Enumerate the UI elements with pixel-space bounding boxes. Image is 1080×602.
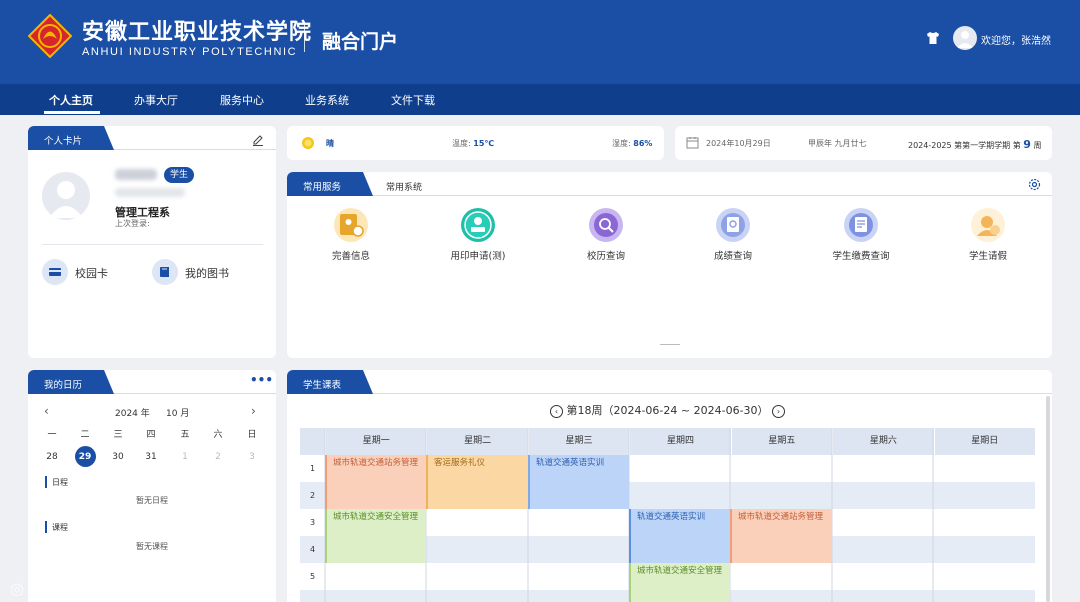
campus-card-icon[interactable]: [42, 259, 68, 285]
course-empty: 暂无课程: [136, 542, 168, 551]
nav-item-hall[interactable]: 办事大厅: [134, 92, 178, 108]
weekday-tue: 二: [80, 430, 90, 440]
period-label: 5: [309, 572, 316, 581]
course-cell-tue-1[interactable]: 客运服务礼仪: [426, 455, 528, 509]
leave-request-icon[interactable]: [971, 208, 1005, 242]
schedule-empty: 暂无日程: [136, 496, 168, 505]
next-week-icon[interactable]: ›: [772, 404, 786, 418]
grades-icon[interactable]: [716, 208, 750, 242]
weekday-wed: 三: [113, 430, 123, 440]
nav-item-home[interactable]: 个人主页: [49, 92, 93, 108]
profile-info-icon[interactable]: [334, 208, 368, 242]
weather-condition: 晴: [326, 139, 334, 148]
weekday-sun: 日: [247, 430, 257, 440]
personal-card: 个人卡片: [28, 126, 276, 358]
school-name-cn: 安徽工业职业技术学院: [82, 19, 313, 45]
seal-request-icon[interactable]: [461, 208, 495, 242]
header-divider: [304, 24, 305, 52]
schedule-label: 日程: [52, 478, 68, 487]
divider: [42, 244, 263, 245]
timetable-title: 学生课表: [287, 370, 373, 394]
student-id-blurred: [115, 188, 185, 197]
prev-week-icon[interactable]: ‹: [549, 404, 563, 418]
services-card: 常用服务: [287, 172, 1052, 358]
profile-avatar: [42, 172, 90, 220]
course-cell-thu-3[interactable]: 轨道交通英语实训: [629, 509, 730, 563]
nav-item-business[interactable]: 业务系统: [305, 92, 349, 108]
course-cell-mon-1[interactable]: 城市轨道交通站务管理: [325, 455, 426, 509]
next-month-icon[interactable]: ›: [251, 404, 256, 418]
course-cell-wed-1[interactable]: 轨道交通英语实训: [528, 455, 629, 509]
nav-item-download[interactable]: 文件下载: [391, 92, 435, 108]
period-label: 1: [309, 464, 316, 473]
main-nav: 个人主页 办事大厅 服务中心 业务系统 文件下载: [0, 84, 1080, 115]
service-seal-request[interactable]: 用印申请(测): [428, 248, 528, 262]
sun-icon: [302, 137, 314, 149]
humidity-label: 湿度: 86%: [612, 139, 653, 148]
theme-skin-icon[interactable]: [925, 30, 941, 46]
more-options-icon[interactable]: •••: [250, 373, 273, 387]
course-label: 课程: [52, 523, 68, 532]
service-payment[interactable]: 学生缴费查询: [811, 248, 911, 262]
timetable-grid: 星期一 星期二 星期三 星期四 星期五 星期六 星期日 1 2 3 4 5 城市…: [300, 428, 1035, 602]
today-date: 2024年10月29日: [706, 139, 771, 148]
edit-icon[interactable]: [252, 134, 264, 146]
payment-icon[interactable]: [844, 208, 878, 242]
calendar-day[interactable]: 2: [208, 452, 228, 462]
calendar-day[interactable]: 30: [108, 452, 128, 462]
welcome-text[interactable]: 欢迎您，张浩然: [981, 32, 1051, 47]
week-title: 第18周（2024-06-24 ~ 2024-06-30）: [566, 404, 769, 417]
calendar-day-selected[interactable]: 29: [75, 452, 95, 462]
course-cell-fri-3[interactable]: 城市轨道交通站务管理: [730, 509, 832, 563]
tab-common-services[interactable]: 常用服务: [287, 172, 373, 196]
lunar-date: 甲辰年 九月廿七: [808, 139, 867, 148]
book-icon[interactable]: [152, 259, 178, 285]
service-complete-info[interactable]: 完善信息: [301, 248, 401, 262]
top-header: 安徽工业职业技术学院 ANHUI INDUSTRY POLYTECHNIC 融合…: [0, 0, 1080, 84]
prev-month-icon[interactable]: ‹: [44, 404, 49, 418]
calendar-month[interactable]: 10 月: [166, 406, 189, 419]
service-school-calendar[interactable]: 校历查询: [556, 248, 656, 262]
week-selector: ‹ 第18周（2024-06-24 ~ 2024-06-30） ›: [300, 402, 1035, 418]
tab-common-systems[interactable]: 常用系统: [386, 180, 422, 193]
calendar-day[interactable]: 31: [141, 452, 161, 462]
temperature-label: 温度: 15℃: [452, 139, 495, 148]
service-grades[interactable]: 成绩查询: [683, 248, 783, 262]
calendar-year[interactable]: 2024 年: [115, 406, 150, 419]
user-avatar[interactable]: [953, 26, 977, 50]
nav-item-service[interactable]: 服务中心: [220, 92, 264, 108]
term-week: 2024-2025 第第一学期学期 第 9 周: [908, 138, 1042, 151]
settings-gear-icon[interactable]: [1028, 178, 1041, 191]
last-login: 上次登录:: [115, 219, 150, 228]
course-cell-mon-3[interactable]: 城市轨道交通安全管理: [325, 509, 426, 563]
personal-card-title: 个人卡片: [28, 126, 114, 150]
school-logo-icon: [28, 14, 72, 58]
calendar-day[interactable]: 3: [242, 452, 262, 462]
my-books-link[interactable]: 我的图书: [185, 265, 229, 281]
calendar-day[interactable]: 1: [175, 452, 195, 462]
pager-indicator[interactable]: [660, 344, 680, 345]
period-label: 3: [309, 518, 316, 527]
school-name-en: ANHUI INDUSTRY POLYTECHNIC: [82, 46, 298, 58]
calendar-day[interactable]: 28: [42, 452, 62, 462]
weekday-mon: 一: [47, 430, 57, 440]
campus-card-link[interactable]: 校园卡: [75, 265, 108, 281]
student-name-blurred: [115, 169, 157, 180]
calendar-icon: [686, 137, 699, 149]
watermark-logo: ◎ 大数跨境: [10, 575, 111, 599]
nav-active-underline: [44, 111, 100, 114]
weekday-sat: 六: [213, 430, 223, 440]
portal-title: 融合门户: [322, 31, 399, 53]
service-leave-request[interactable]: 学生请假: [938, 248, 1038, 262]
period-label: 4: [309, 545, 316, 554]
weekday-fri: 五: [180, 430, 190, 440]
calendar-title: 我的日历: [28, 370, 114, 394]
weekday-thu: 四: [146, 430, 156, 440]
period-label: 2: [309, 491, 316, 500]
scrollbar[interactable]: [1046, 396, 1050, 602]
role-badge: 学生: [164, 167, 194, 183]
school-calendar-icon[interactable]: [589, 208, 623, 242]
course-cell-thu-5[interactable]: 城市轨道交通安全管理: [629, 563, 730, 602]
